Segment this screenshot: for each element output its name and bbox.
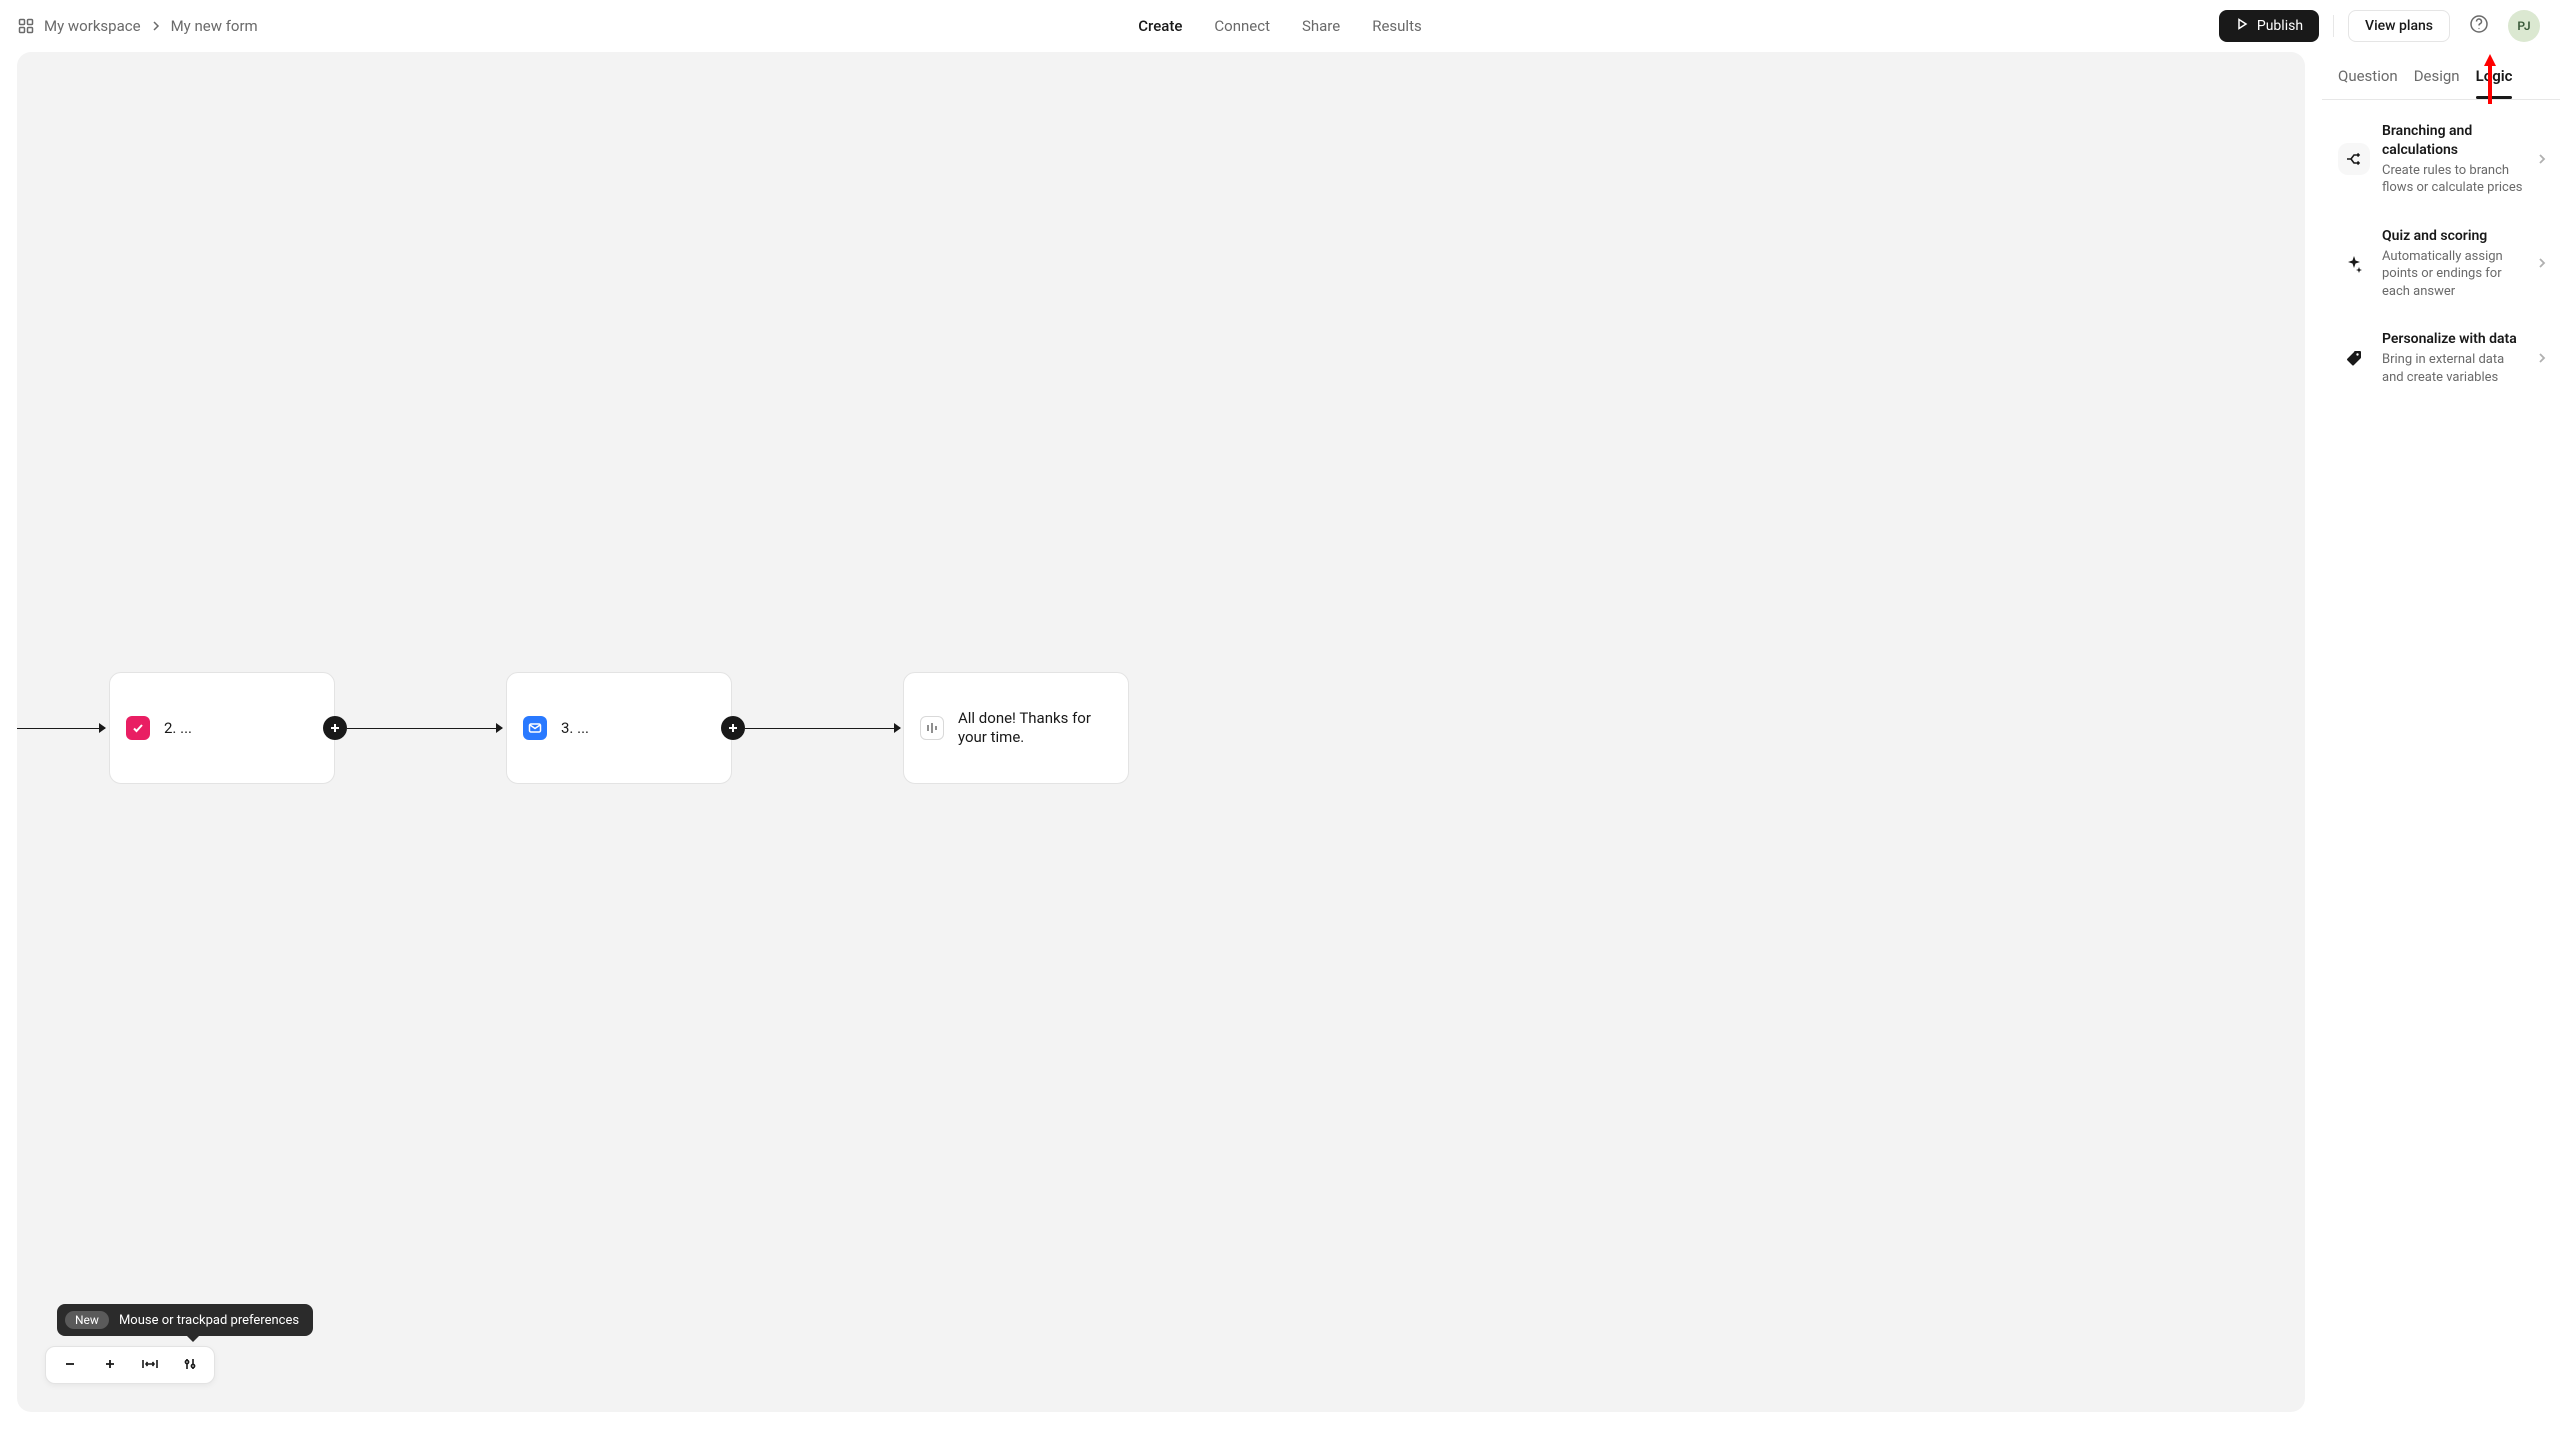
add-step-button[interactable] xyxy=(323,716,347,740)
play-icon xyxy=(2235,17,2249,35)
tab-share[interactable]: Share xyxy=(1300,17,1342,35)
logic-item-desc: Automatically assign points or endings f… xyxy=(2382,248,2524,301)
logic-item-desc: Bring in external data and create variab… xyxy=(2382,351,2524,386)
node-truncation: ... xyxy=(577,719,589,737)
logic-item-title: Personalize with data xyxy=(2382,330,2524,349)
chevron-right-icon xyxy=(2536,150,2548,169)
settings-button[interactable] xyxy=(170,1350,210,1380)
canvas-area: 2. ... 3. xyxy=(0,52,2322,1429)
vertical-divider xyxy=(2333,15,2334,37)
zoom-out-button[interactable] xyxy=(50,1350,90,1380)
tooltip-text: Mouse or trackpad preferences xyxy=(119,1313,299,1328)
flow-arrow xyxy=(347,727,502,729)
node-truncation: ... xyxy=(180,719,192,737)
node-prefix: 3. xyxy=(561,719,573,737)
zoom-in-button[interactable] xyxy=(90,1350,130,1380)
zoom-toolbar xyxy=(45,1346,215,1384)
node-prefix: 2. xyxy=(164,719,176,737)
canvas[interactable]: 2. ... 3. xyxy=(17,52,2305,1412)
sparkle-icon xyxy=(2338,248,2370,280)
plus-icon xyxy=(103,1356,117,1375)
tab-results[interactable]: Results xyxy=(1370,17,1424,35)
breadcrumb-workspace[interactable]: My workspace xyxy=(44,17,141,35)
check-icon xyxy=(126,716,150,740)
flow-arrow xyxy=(17,727,105,729)
tab-create[interactable]: Create xyxy=(1136,17,1184,35)
fit-width-icon xyxy=(141,1356,159,1375)
plus-icon xyxy=(727,719,739,738)
panel-tabs: Question Design Logic xyxy=(2322,52,2560,100)
top-nav-tabs: Create Connect Share Results xyxy=(1136,0,1423,52)
preferences-tooltip: New Mouse or trackpad preferences xyxy=(57,1304,313,1336)
chevron-right-icon xyxy=(151,21,161,31)
panel-tab-logic[interactable]: Logic xyxy=(2476,67,2513,99)
logic-item-title: Branching and calculations xyxy=(2382,122,2524,160)
panel-tab-question[interactable]: Question xyxy=(2338,67,2398,99)
branch-icon xyxy=(2338,143,2370,175)
logic-options: Branching and calculations Create rules … xyxy=(2322,100,2560,392)
topbar: My workspace My new form Create Connect … xyxy=(0,0,2560,52)
view-plans-button[interactable]: View plans xyxy=(2348,10,2450,42)
logic-item-desc: Create rules to branch flows or calculat… xyxy=(2382,162,2524,197)
panel-tab-design[interactable]: Design xyxy=(2414,67,2460,99)
logic-item-title: Quiz and scoring xyxy=(2382,227,2524,246)
fit-width-button[interactable] xyxy=(130,1350,170,1380)
minus-icon xyxy=(63,1356,77,1375)
right-panel: Question Design Logic Branching and calc… xyxy=(2322,52,2560,1429)
breadcrumb: My workspace My new form xyxy=(18,17,258,35)
logic-quiz-row[interactable]: Quiz and scoring Automatically assign po… xyxy=(2332,221,2554,307)
new-badge: New xyxy=(65,1311,109,1329)
publish-button[interactable]: Publish xyxy=(2219,10,2319,42)
help-icon xyxy=(2469,14,2489,38)
help-button[interactable] xyxy=(2464,11,2494,41)
ending-bars-icon xyxy=(920,716,944,740)
sliders-icon xyxy=(183,1356,197,1375)
avatar[interactable]: PJ xyxy=(2508,10,2540,42)
flow-node-question-3[interactable]: 3. ... xyxy=(506,672,732,784)
logic-personalize-row[interactable]: Personalize with data Bring in external … xyxy=(2332,324,2554,392)
flow-node-question-2[interactable]: 2. ... xyxy=(109,672,335,784)
node-label: 2. ... xyxy=(164,719,192,737)
breadcrumb-current[interactable]: My new form xyxy=(171,17,258,35)
chevron-right-icon xyxy=(2536,254,2548,273)
publish-label: Publish xyxy=(2257,18,2303,34)
topbar-actions: Publish View plans PJ xyxy=(2219,10,2540,42)
tag-icon xyxy=(2338,342,2370,374)
flow-node-ending[interactable]: All done! Thanks for your time. xyxy=(903,672,1129,784)
logic-branching-row[interactable]: Branching and calculations Create rules … xyxy=(2332,116,2554,203)
mail-icon xyxy=(523,716,547,740)
workspace-grid-icon xyxy=(18,18,34,34)
tab-connect[interactable]: Connect xyxy=(1212,17,1272,35)
logic-flow: 2. ... 3. xyxy=(17,672,2305,792)
chevron-right-icon xyxy=(2536,349,2548,368)
plus-icon xyxy=(329,719,341,738)
node-label: 3. ... xyxy=(561,719,589,737)
add-step-button[interactable] xyxy=(721,716,745,740)
node-label: All done! Thanks for your time. xyxy=(958,709,1112,748)
flow-arrow xyxy=(745,727,900,729)
